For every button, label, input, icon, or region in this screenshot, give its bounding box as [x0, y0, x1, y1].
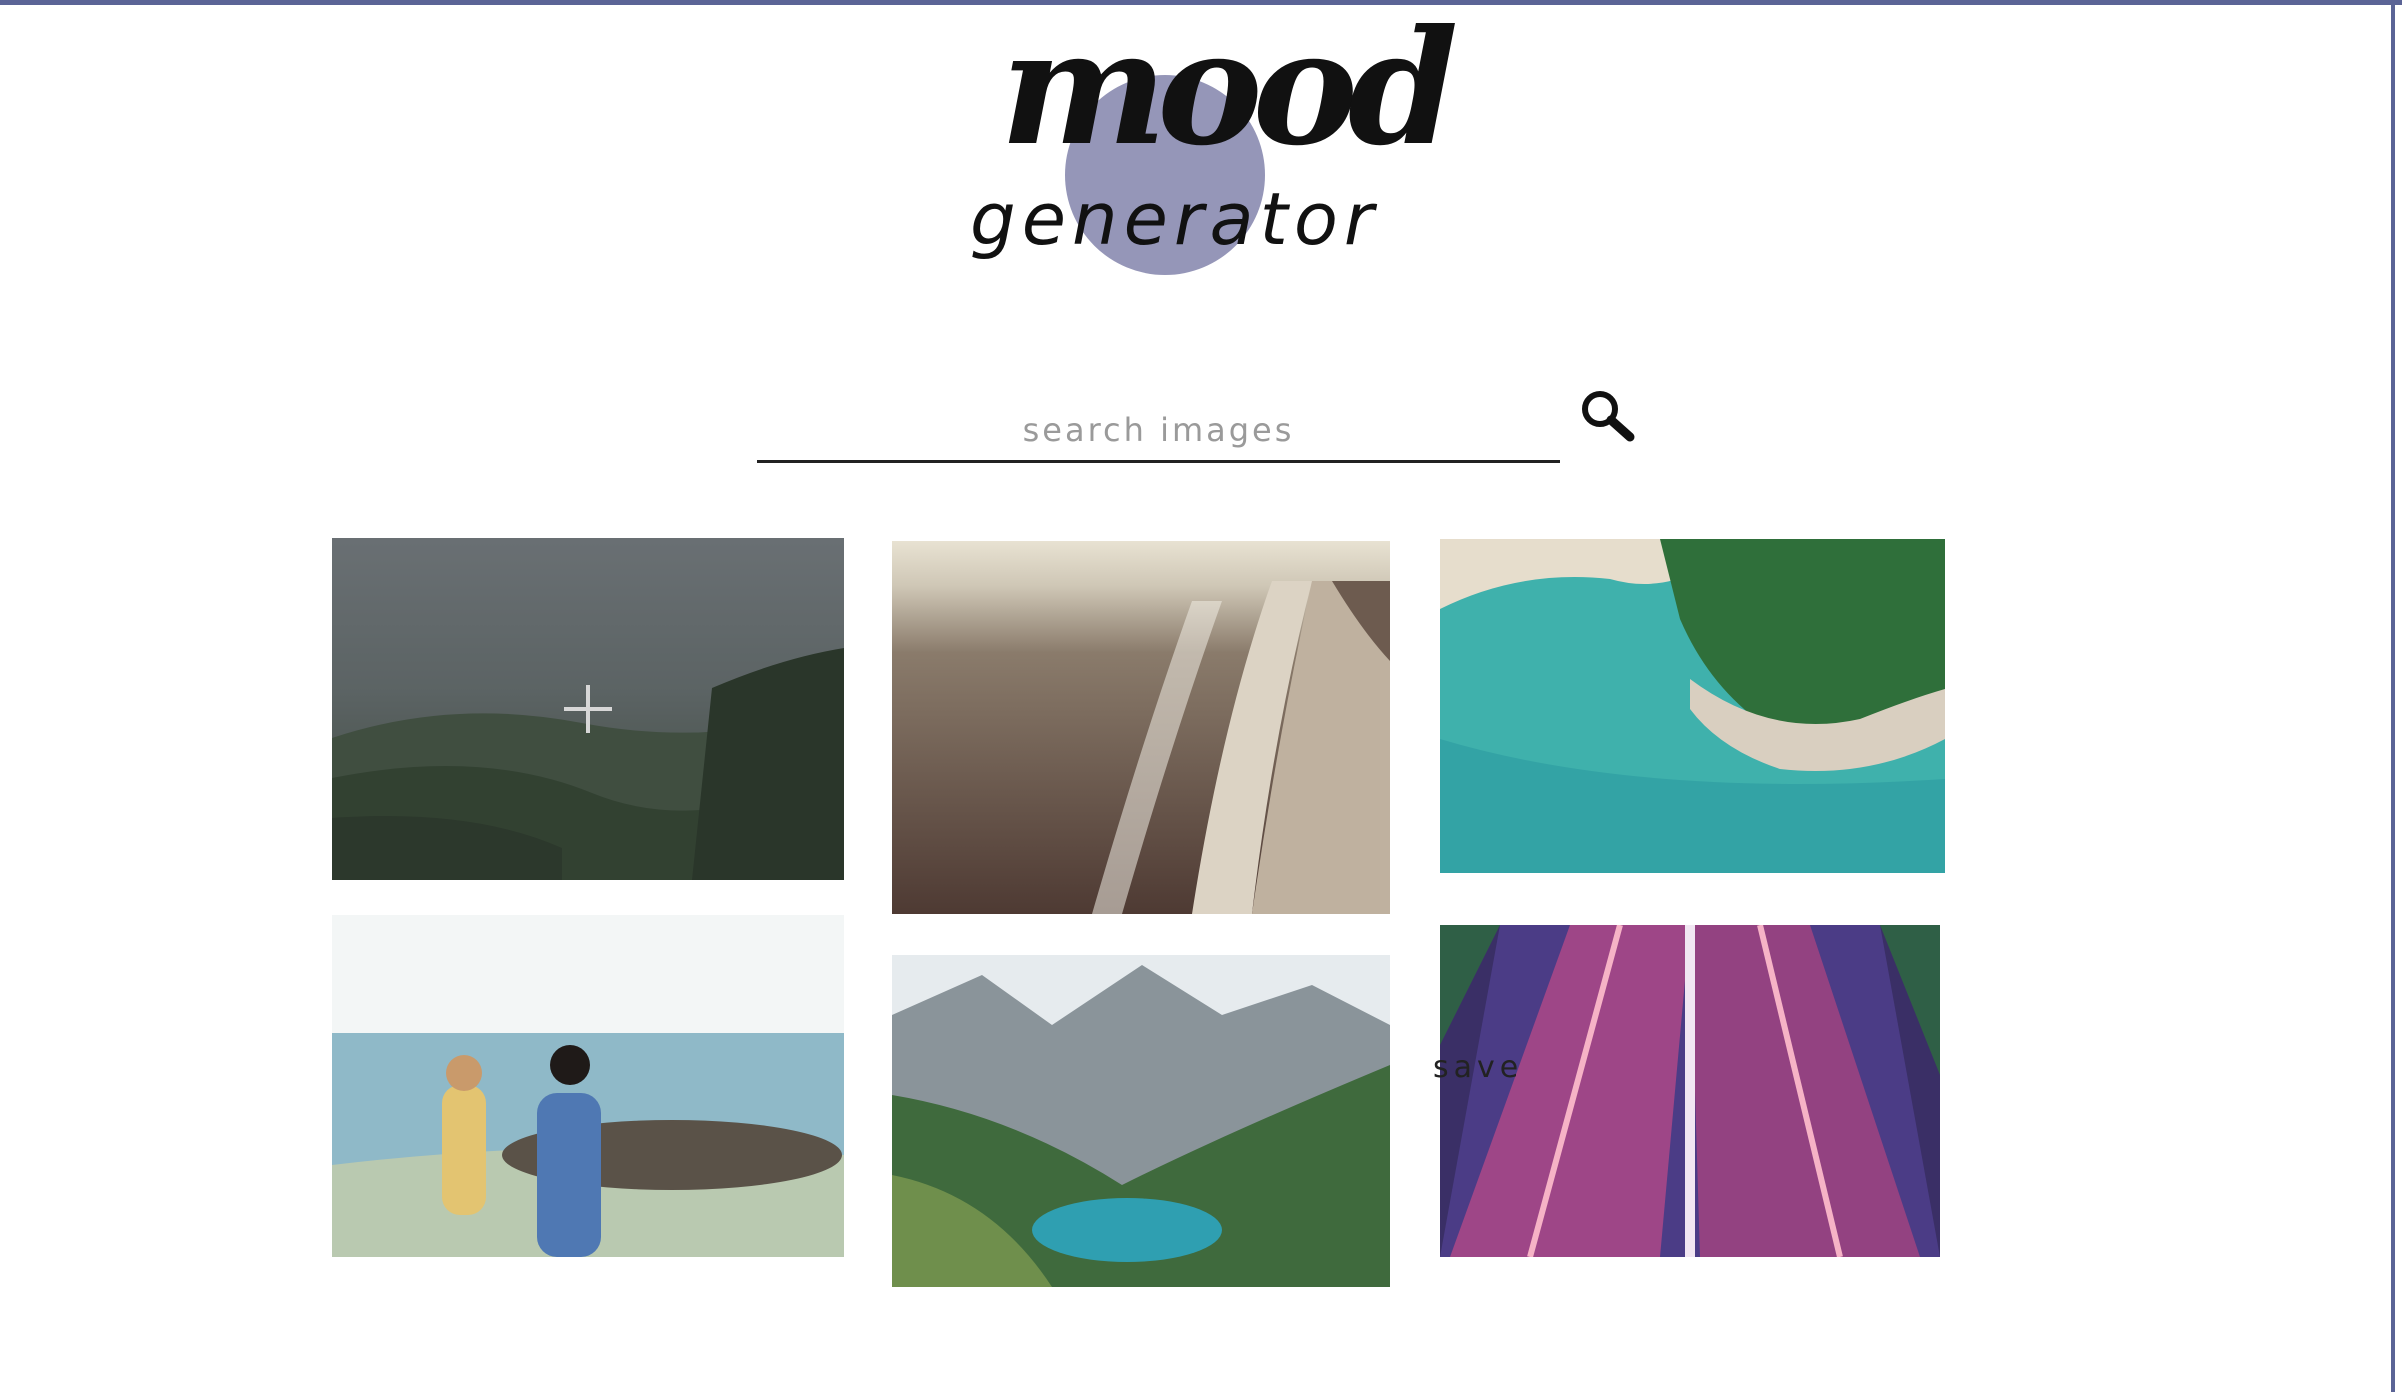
logo-word-mood: mood	[1000, 0, 1458, 181]
magnifier-icon	[1582, 391, 1635, 442]
highway-light-trails-image	[1440, 925, 1940, 1257]
window-right-border	[2391, 0, 2395, 1392]
mood-generator-logo: mood generator	[970, 10, 1458, 285]
plus-icon[interactable]	[564, 685, 612, 733]
image-tile-highway-light-trails[interactable]	[1440, 925, 1940, 1257]
search-button[interactable]	[1578, 385, 1640, 447]
image-tile-friends-on-shore[interactable]	[332, 915, 844, 1257]
friends-on-shore-image	[332, 915, 844, 1257]
search-input[interactable]	[757, 400, 1560, 463]
image-tile-aerial-lagoon[interactable]	[1440, 539, 1945, 873]
aerial-lagoon-image	[1440, 539, 1945, 873]
mountain-lake-image	[892, 955, 1390, 1287]
image-tile-mountain-lake[interactable]	[892, 955, 1390, 1287]
save-button[interactable]: save	[1433, 1050, 1523, 1085]
image-tile-forest-valley[interactable]	[332, 538, 844, 880]
beach-waves-image	[892, 541, 1390, 914]
image-tile-beach-waves[interactable]	[892, 541, 1390, 914]
logo-word-generator: generator	[970, 177, 1380, 261]
